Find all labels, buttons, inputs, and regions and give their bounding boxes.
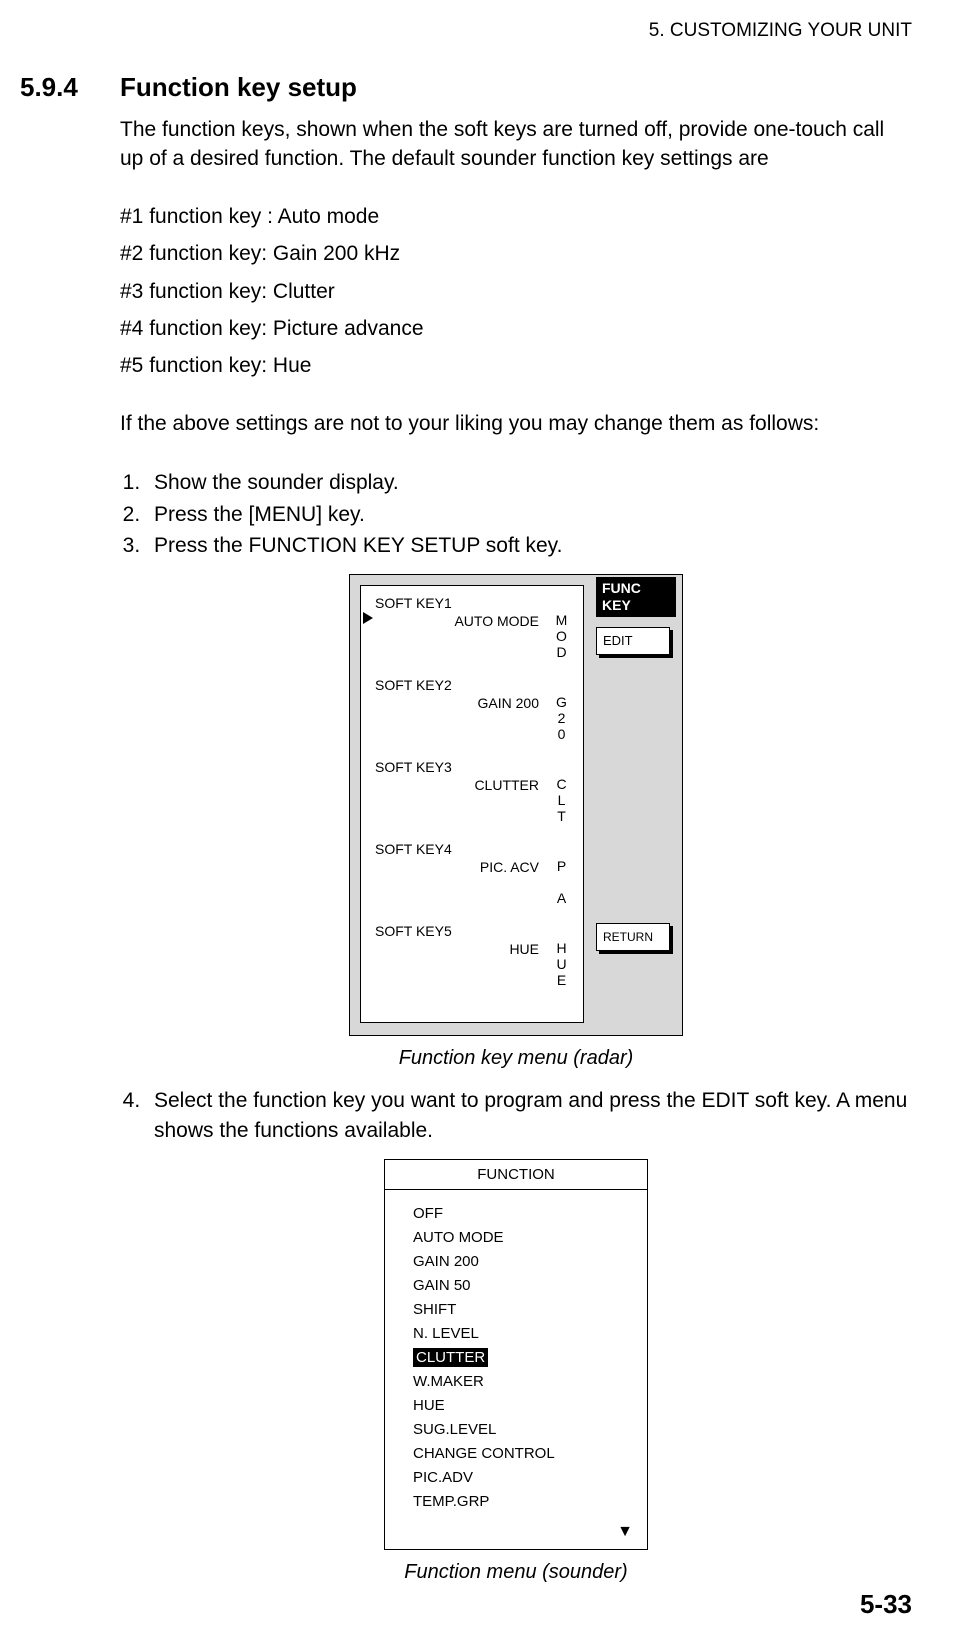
softkey-4-tag: P A: [553, 858, 571, 906]
panel-title-line2: KEY: [602, 597, 631, 613]
figure-func-key-menu: FUNC KEY EDIT RETURN SOFT KEY1 AUTO MODE…: [349, 574, 683, 1036]
softkey-row-3[interactable]: SOFT KEY3 CLUTTER C L T: [375, 758, 573, 840]
function-list-title: FUNCTION: [385, 1160, 647, 1190]
step-2: Press the [MENU] key.: [146, 500, 912, 529]
softkey-1-tag: M O D: [553, 612, 571, 660]
function-item[interactable]: SHIFT: [413, 1299, 629, 1320]
cursor-icon: [363, 612, 373, 624]
function-list: OFF AUTO MODE GAIN 200 GAIN 50 SHIFT N. …: [385, 1190, 647, 1521]
step-4: Select the function key you want to prog…: [146, 1086, 912, 1145]
softkey-5-value: HUE: [509, 940, 539, 960]
default-key-3: #3 function key: Clutter: [120, 277, 912, 306]
softkey-4-value: PIC. ACV: [480, 858, 539, 878]
default-key-1: #1 function key : Auto mode: [120, 202, 912, 231]
more-indicator-icon[interactable]: ▼: [385, 1521, 647, 1549]
function-item[interactable]: HUE: [413, 1395, 629, 1416]
default-key-4: #4 function key: Picture advance: [120, 314, 912, 343]
softkey-5-name: SOFT KEY5: [375, 922, 452, 942]
function-item-selected[interactable]: CLUTTER: [413, 1347, 629, 1368]
intro-paragraph: The function keys, shown when the soft k…: [120, 115, 912, 174]
default-key-5: #5 function key: Hue: [120, 351, 912, 380]
softkey-2-tag: G 2 0: [553, 694, 571, 742]
step-1: Show the sounder display.: [146, 468, 912, 497]
page-number: 5-33: [860, 1589, 912, 1620]
figure-function-list: FUNCTION OFF AUTO MODE GAIN 200 GAIN 50 …: [384, 1159, 648, 1550]
softkey-row-1[interactable]: SOFT KEY1 AUTO MODE M O D: [375, 594, 573, 676]
function-item[interactable]: W.MAKER: [413, 1371, 629, 1392]
softkey-row-4[interactable]: SOFT KEY4 PIC. ACV P A: [375, 840, 573, 922]
function-item[interactable]: PIC.ADV: [413, 1467, 629, 1488]
figure2-caption: Function menu (sounder): [120, 1558, 912, 1586]
function-item[interactable]: CHANGE CONTROL: [413, 1443, 629, 1464]
softkey-4-name: SOFT KEY4: [375, 840, 452, 860]
section-number: 5.9.4: [20, 72, 120, 103]
change-intro: If the above settings are not to your li…: [120, 409, 912, 438]
softkey-1-name: SOFT KEY1: [375, 594, 452, 614]
softkey-list: SOFT KEY1 AUTO MODE M O D SOFT KEY2 GAIN…: [360, 585, 584, 1023]
step-3: Press the FUNCTION KEY SETUP soft key.: [146, 531, 912, 560]
panel-title: FUNC KEY: [596, 577, 676, 617]
softkey-2-value: GAIN 200: [478, 694, 539, 714]
section-title: Function key setup: [120, 72, 357, 103]
figure1-caption: Function key menu (radar): [120, 1044, 912, 1072]
softkey-3-value: CLUTTER: [474, 776, 539, 796]
softkey-1-value: AUTO MODE: [454, 612, 539, 632]
softkey-row-2[interactable]: SOFT KEY2 GAIN 200 G 2 0: [375, 676, 573, 758]
function-item[interactable]: GAIN 50: [413, 1275, 629, 1296]
function-item[interactable]: SUG.LEVEL: [413, 1419, 629, 1440]
function-item[interactable]: AUTO MODE: [413, 1227, 629, 1248]
softkey-2-name: SOFT KEY2: [375, 676, 452, 696]
panel-title-line1: FUNC: [602, 580, 641, 596]
softkey-3-name: SOFT KEY3: [375, 758, 452, 778]
softkey-3-tag: C L T: [553, 776, 571, 824]
default-key-2: #2 function key: Gain 200 kHz: [120, 239, 912, 268]
function-item[interactable]: GAIN 200: [413, 1251, 629, 1272]
function-item[interactable]: OFF: [413, 1203, 629, 1224]
softkey-row-5[interactable]: SOFT KEY5 HUE H U E: [375, 922, 573, 1012]
return-button[interactable]: RETURN: [596, 923, 670, 951]
function-item[interactable]: TEMP.GRP: [413, 1491, 629, 1512]
edit-button[interactable]: EDIT: [596, 627, 670, 655]
chapter-header: 5. CUSTOMIZING YOUR UNIT: [20, 20, 912, 42]
function-item[interactable]: N. LEVEL: [413, 1323, 629, 1344]
softkey-5-tag: H U E: [553, 940, 571, 988]
